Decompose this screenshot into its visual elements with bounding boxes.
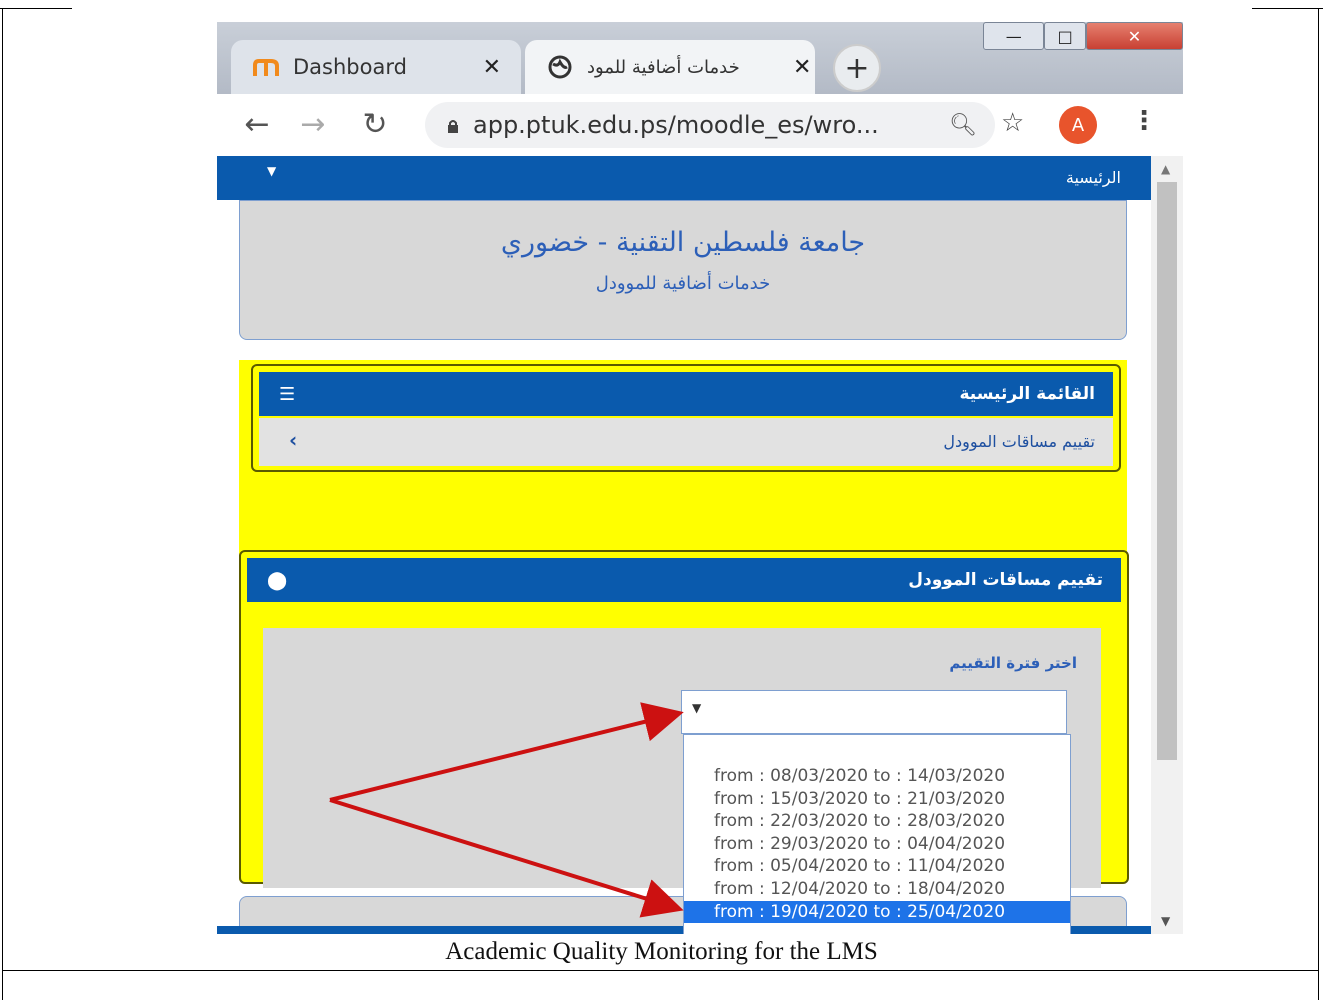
tab-strip: Dashboard ✕ خدمات أضافية للمود ✕ + — □ ✕: [217, 22, 1183, 94]
page-viewport: الرئيسية ▼ جامعة فلسطين التقنية - خضوري …: [217, 156, 1151, 934]
close-window-button[interactable]: ✕: [1085, 22, 1183, 50]
vertical-scrollbar[interactable]: ▲ ▼: [1151, 156, 1183, 934]
nav-home-link[interactable]: الرئيسية: [1066, 168, 1121, 187]
tab-title: Dashboard: [293, 55, 407, 79]
bookmark-star-icon[interactable]: ☆: [1001, 108, 1024, 138]
university-name: جامعة فلسطين التقنية - خضوري: [500, 227, 866, 258]
main-menu-title: القائمة الرئيسية: [959, 384, 1096, 404]
period-option[interactable]: from : 05/04/2020 to : 11/04/2020: [684, 855, 1070, 878]
frame-line-left: [2, 8, 3, 1000]
site-header: جامعة فلسطين التقنية - خضوري خدمات أضافي…: [239, 200, 1127, 340]
main-menu-header: القائمة الرئيسية ☰: [259, 372, 1113, 416]
site-subtitle: خدمات أضافية للموودل: [595, 273, 771, 294]
chevron-left-icon: ‹: [289, 428, 298, 452]
period-label: اختر فترة التقييم: [949, 654, 1077, 672]
course-evaluation-header: تقييم مساقات الموودل ⬤: [247, 558, 1121, 602]
period-option-selected[interactable]: from : 19/04/2020 to : 25/04/2020: [684, 900, 1070, 924]
scroll-down-arrow-icon[interactable]: ▼: [1161, 914, 1170, 928]
url-text: app.ptuk.edu.ps/moodle_es/wro...: [473, 111, 879, 139]
option-list: from : 08/03/2020 to : 14/03/2020 from :…: [684, 765, 1070, 924]
dropdown-arrow-icon: ▼: [692, 701, 702, 715]
caret-down-icon[interactable]: ▼: [267, 164, 276, 178]
frame-line-right: [1318, 8, 1319, 1000]
browser-toolbar: ← → ↻ app.ptuk.edu.ps/moodle_es/wro... 🔍…: [217, 94, 1183, 156]
course-evaluation-title: تقييم مساقات الموودل: [908, 570, 1103, 590]
zoom-icon[interactable]: 🔍︎: [949, 113, 977, 138]
close-tab-icon[interactable]: ✕: [793, 55, 811, 80]
period-option[interactable]: from : 08/03/2020 to : 14/03/2020: [684, 765, 1070, 788]
list-icon[interactable]: ☰: [279, 384, 295, 405]
collapse-dot-icon[interactable]: ⬤: [267, 570, 287, 591]
menu-item-course-evaluation[interactable]: تقييم مساقات الموودل ‹: [259, 418, 1113, 466]
period-option[interactable]: from : 15/03/2020 to : 21/03/2020: [684, 788, 1070, 811]
menu-item-label: تقييم مساقات الموودل: [943, 432, 1095, 451]
figure-caption: Academic Quality Monitoring for the LMS: [445, 938, 878, 965]
minimize-button[interactable]: —: [983, 22, 1045, 50]
back-arrow-icon[interactable]: ←: [237, 104, 277, 144]
forward-arrow-icon[interactable]: →: [293, 104, 333, 144]
new-tab-button[interactable]: +: [833, 44, 881, 92]
main-menu-block: القائمة الرئيسية ☰ تقييم مساقات الموودل …: [251, 364, 1121, 472]
frame-line-top-left: [0, 8, 72, 9]
tab-dashboard[interactable]: Dashboard ✕: [231, 40, 521, 94]
address-bar[interactable]: app.ptuk.edu.ps/moodle_es/wro... 🔍︎: [425, 102, 995, 148]
moodle-icon: [253, 54, 279, 80]
site-navbar: الرئيسية ▼: [217, 156, 1151, 200]
kebab-menu-icon[interactable]: ⋮: [1131, 106, 1157, 136]
period-option[interactable]: from : 22/03/2020 to : 28/03/2020: [684, 810, 1070, 833]
scroll-thumb[interactable]: [1157, 182, 1177, 760]
period-option[interactable]: from : 12/04/2020 to : 18/04/2020: [684, 878, 1070, 901]
profile-avatar[interactable]: A: [1059, 106, 1097, 144]
period-select[interactable]: ▼: [681, 690, 1067, 734]
period-dropdown-list[interactable]: from : 08/03/2020 to : 14/03/2020 from :…: [683, 734, 1071, 934]
maximize-button[interactable]: □: [1044, 22, 1086, 50]
globe-icon: [547, 54, 573, 80]
reload-icon[interactable]: ↻: [355, 104, 395, 144]
close-tab-icon[interactable]: ✕: [483, 55, 501, 80]
frame-line-bottom: [2, 970, 1319, 971]
period-option[interactable]: from : 29/03/2020 to : 04/04/2020: [684, 833, 1070, 856]
scroll-up-arrow-icon[interactable]: ▲: [1161, 162, 1170, 176]
browser-window: Dashboard ✕ خدمات أضافية للمود ✕ + — □ ✕…: [217, 22, 1183, 934]
frame-line-top-right: [1252, 8, 1323, 9]
lock-icon: [447, 118, 459, 133]
tab-title: خدمات أضافية للمود: [587, 56, 740, 78]
window-controls: — □ ✕: [983, 22, 1183, 50]
tab-moodle-services[interactable]: خدمات أضافية للمود ✕: [525, 40, 815, 94]
